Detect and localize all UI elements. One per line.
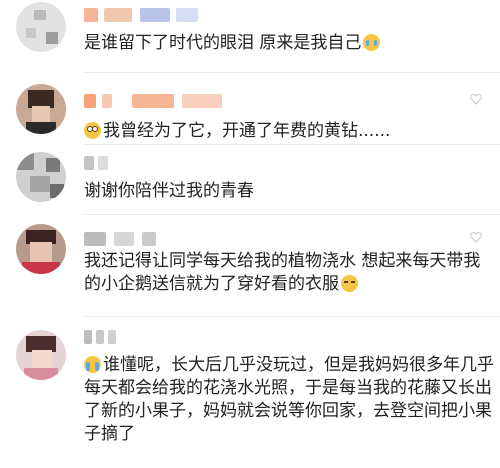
divider <box>84 72 500 73</box>
avatar[interactable] <box>16 224 66 274</box>
divider <box>84 214 500 215</box>
avatar[interactable] <box>16 84 66 134</box>
squinting-face-emoji <box>341 275 358 292</box>
comment-item: 我还记得让同学每天给我的植物浇水 想起来每天带我的小企鹅送信就为了穿好看的衣服 <box>0 220 500 314</box>
avatar[interactable] <box>16 2 66 52</box>
comment-item: 是谁留下了时代的眼泪 原来是我自己 <box>0 0 500 70</box>
avatar[interactable] <box>16 330 66 380</box>
username[interactable] <box>84 232 204 246</box>
flushed-face-emoji <box>84 122 101 139</box>
divider <box>84 316 500 317</box>
comment-text: 我曾经为了它，开通了年费的黄钻...... <box>84 120 494 143</box>
username[interactable] <box>84 94 224 108</box>
username[interactable] <box>84 156 124 170</box>
crying-face-emoji <box>363 34 381 51</box>
avatar[interactable] <box>16 152 66 202</box>
comment-item: 我曾经为了它，开通了年费的黄钻...... <box>0 80 500 144</box>
comment-text: 是谁留下了时代的眼泪 原来是我自己 <box>84 32 494 55</box>
comment-text: 我还记得让同学每天给我的植物浇水 想起来每天带我的小企鹅送信就为了穿好看的衣服 <box>84 251 481 294</box>
comment-item: 谁懂呢，长大后几乎没玩过，但是我妈妈很多年几乎每天都会给我的花浇水光照，于是每当… <box>0 322 500 468</box>
like-heart-icon[interactable] <box>470 94 482 105</box>
like-heart-icon[interactable] <box>470 232 482 243</box>
divider <box>84 144 500 145</box>
comment-text: 谁懂呢，长大后几乎没玩过，但是我妈妈很多年几乎每天都会给我的花浇水光照，于是每当… <box>84 355 494 444</box>
username[interactable] <box>84 330 144 344</box>
comment-item: 谢谢你陪伴过我的青春 <box>0 148 500 214</box>
username[interactable] <box>84 8 204 22</box>
loudly-crying-face-emoji <box>84 356 101 373</box>
comment-text: 谢谢你陪伴过我的青春 <box>84 181 254 201</box>
